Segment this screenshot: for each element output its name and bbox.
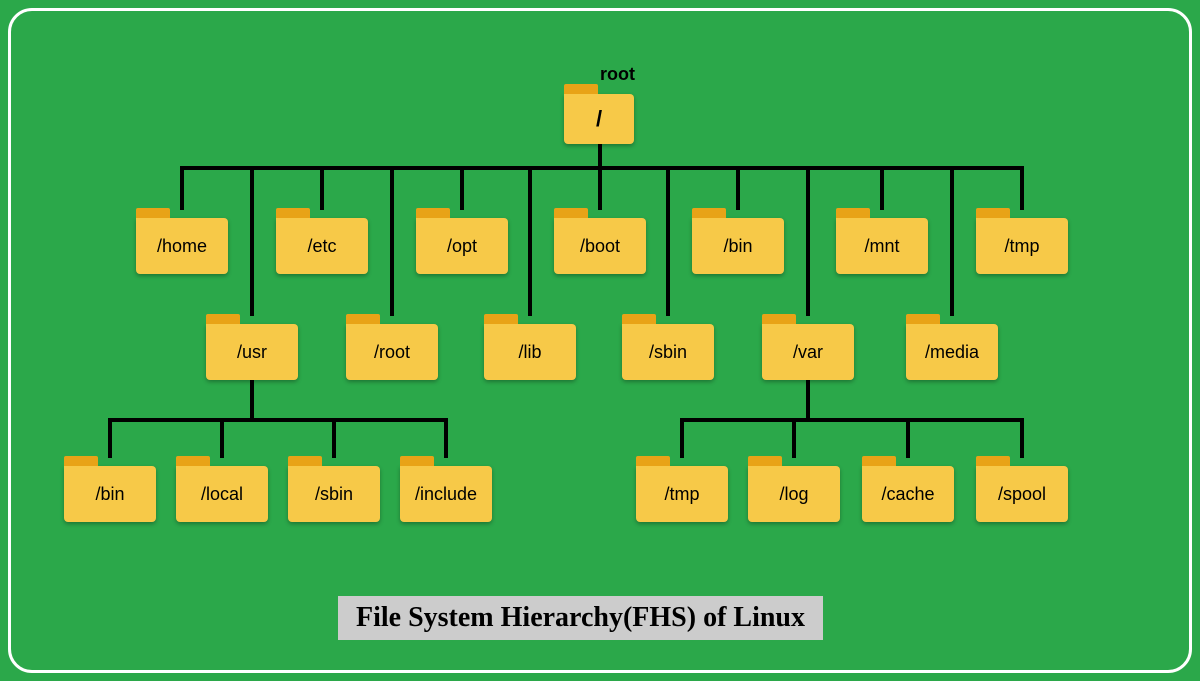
connector — [1020, 418, 1024, 458]
connector — [1020, 166, 1024, 210]
connector — [460, 166, 464, 210]
root-label: root — [600, 64, 635, 85]
folder-label: /usr — [237, 342, 267, 363]
folder-root: / — [564, 94, 634, 144]
folder-root-text: / — [596, 106, 602, 132]
folder-label: /bin — [95, 484, 124, 505]
folder-label: /cache — [881, 484, 934, 505]
connector — [332, 418, 336, 458]
folder-usr-include: /include — [400, 466, 492, 522]
folder-usr-local: /local — [176, 466, 268, 522]
folder-label: /mnt — [864, 236, 899, 257]
folder-label: /var — [793, 342, 823, 363]
folder-label: /local — [201, 484, 243, 505]
folder-bin: /bin — [692, 218, 784, 274]
connector — [180, 166, 1024, 170]
folder-label: /spool — [998, 484, 1046, 505]
connector — [444, 418, 448, 458]
connector — [806, 166, 810, 316]
folder-var-spool: /spool — [976, 466, 1068, 522]
folder-label: /boot — [580, 236, 620, 257]
folder-label: /sbin — [315, 484, 353, 505]
folder-home: /home — [136, 218, 228, 274]
connector — [680, 418, 1024, 422]
folder-label: /include — [415, 484, 477, 505]
folder-boot: /boot — [554, 218, 646, 274]
connector — [390, 166, 394, 316]
folder-label: /opt — [447, 236, 477, 257]
connector — [736, 166, 740, 210]
folder-lib: /lib — [484, 324, 576, 380]
connector — [220, 418, 224, 458]
folder-label: /tmp — [1004, 236, 1039, 257]
folder-label: /bin — [723, 236, 752, 257]
connector — [108, 418, 448, 422]
folder-usr: /usr — [206, 324, 298, 380]
folder-var-log: /log — [748, 466, 840, 522]
folder-opt: /opt — [416, 218, 508, 274]
folder-media: /media — [906, 324, 998, 380]
folder-tmp: /tmp — [976, 218, 1068, 274]
folder-label: /log — [779, 484, 808, 505]
connector — [680, 418, 684, 458]
connector — [180, 166, 184, 210]
folder-label: /sbin — [649, 342, 687, 363]
connector — [880, 166, 884, 210]
folder-label: /tmp — [664, 484, 699, 505]
folder-label: /lib — [518, 342, 541, 363]
connector — [598, 166, 602, 210]
connector — [792, 418, 796, 458]
connector — [250, 166, 254, 316]
diagram-title: File System Hierarchy(FHS) of Linux — [338, 596, 823, 640]
connector — [598, 144, 602, 168]
folder-mnt: /mnt — [836, 218, 928, 274]
folder-root-dir: /root — [346, 324, 438, 380]
folder-label: /home — [157, 236, 207, 257]
folder-label: /etc — [307, 236, 336, 257]
connector — [320, 166, 324, 210]
folder-etc: /etc — [276, 218, 368, 274]
connector — [666, 166, 670, 316]
folder-label: /media — [925, 342, 979, 363]
connector — [906, 418, 910, 458]
connector — [806, 380, 810, 420]
folder-sbin: /sbin — [622, 324, 714, 380]
folder-var-cache: /cache — [862, 466, 954, 522]
folder-usr-bin: /bin — [64, 466, 156, 522]
connector — [108, 418, 112, 458]
folder-label: /root — [374, 342, 410, 363]
folder-var: /var — [762, 324, 854, 380]
folder-var-tmp: /tmp — [636, 466, 728, 522]
connector — [950, 166, 954, 316]
connector — [250, 380, 254, 420]
connector — [528, 166, 532, 316]
folder-usr-sbin: /sbin — [288, 466, 380, 522]
